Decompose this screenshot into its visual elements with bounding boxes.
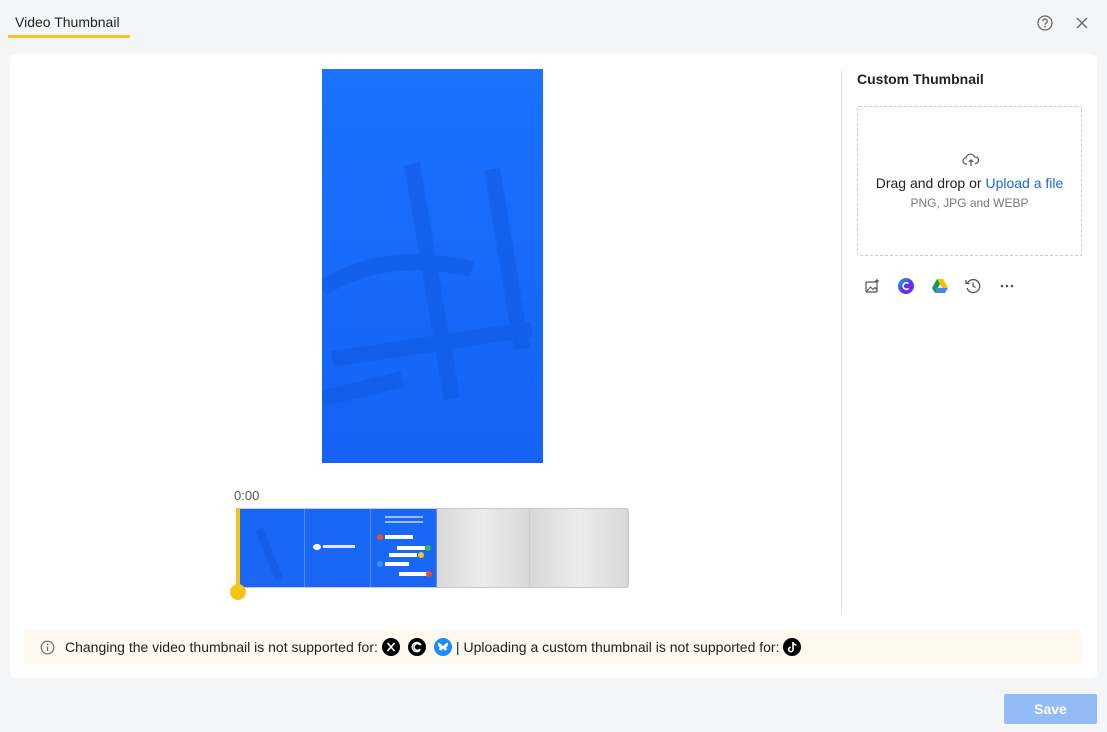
filmstrip-frame[interactable] bbox=[239, 509, 305, 587]
filmstrip-frame[interactable] bbox=[530, 509, 628, 587]
history-icon[interactable] bbox=[964, 277, 982, 295]
google-drive-icon[interactable] bbox=[931, 277, 949, 295]
image-library-icon[interactable] bbox=[863, 277, 881, 295]
x-twitter-icon bbox=[381, 638, 400, 656]
close-icon[interactable] bbox=[1073, 14, 1091, 32]
more-options-icon[interactable] bbox=[998, 277, 1016, 295]
help-icon[interactable] bbox=[1036, 14, 1054, 32]
filmstrip-frame[interactable] bbox=[305, 509, 371, 587]
tab-video-thumbnail[interactable]: Video Thumbnail bbox=[8, 0, 130, 38]
timeline-scrubber-line[interactable] bbox=[236, 508, 240, 588]
custom-thumbnail-title: Custom Thumbnail bbox=[857, 71, 984, 87]
upload-dropzone[interactable]: Drag and drop or Upload a file PNG, JPG … bbox=[857, 106, 1082, 256]
dropzone-text: Drag and drop or Upload a file bbox=[875, 175, 1064, 191]
info-icon bbox=[40, 640, 55, 655]
cloud-upload-icon bbox=[962, 152, 980, 168]
dropzone-formats: PNG, JPG and WEBP bbox=[910, 196, 1029, 210]
video-preview bbox=[322, 69, 543, 463]
threads-icon bbox=[407, 638, 426, 656]
canva-icon[interactable] bbox=[897, 277, 915, 295]
timeline-scrubber-handle[interactable] bbox=[230, 584, 246, 600]
tiktok-icon bbox=[783, 638, 802, 656]
vertical-divider bbox=[841, 69, 842, 615]
notice-separator: | bbox=[455, 639, 460, 655]
timeline-time: 0:00 bbox=[234, 488, 260, 503]
unsupported-notice: Changing the video thumbnail is not supp… bbox=[24, 630, 1082, 664]
main-panel: 0:00 Custom Thumbnail Drag and drop or U… bbox=[10, 54, 1097, 678]
filmstrip-frame[interactable] bbox=[371, 509, 437, 587]
save-button[interactable]: Save bbox=[1004, 694, 1097, 724]
filmstrip-frame[interactable] bbox=[437, 509, 530, 587]
notice-text-thumbnail: Changing the video thumbnail is not supp… bbox=[65, 639, 378, 655]
upload-file-link[interactable]: Upload a file bbox=[985, 175, 1063, 191]
video-filmstrip[interactable] bbox=[238, 508, 629, 588]
bluesky-icon bbox=[433, 638, 452, 656]
notice-text-custom: Uploading a custom thumbnail is not supp… bbox=[463, 639, 780, 655]
